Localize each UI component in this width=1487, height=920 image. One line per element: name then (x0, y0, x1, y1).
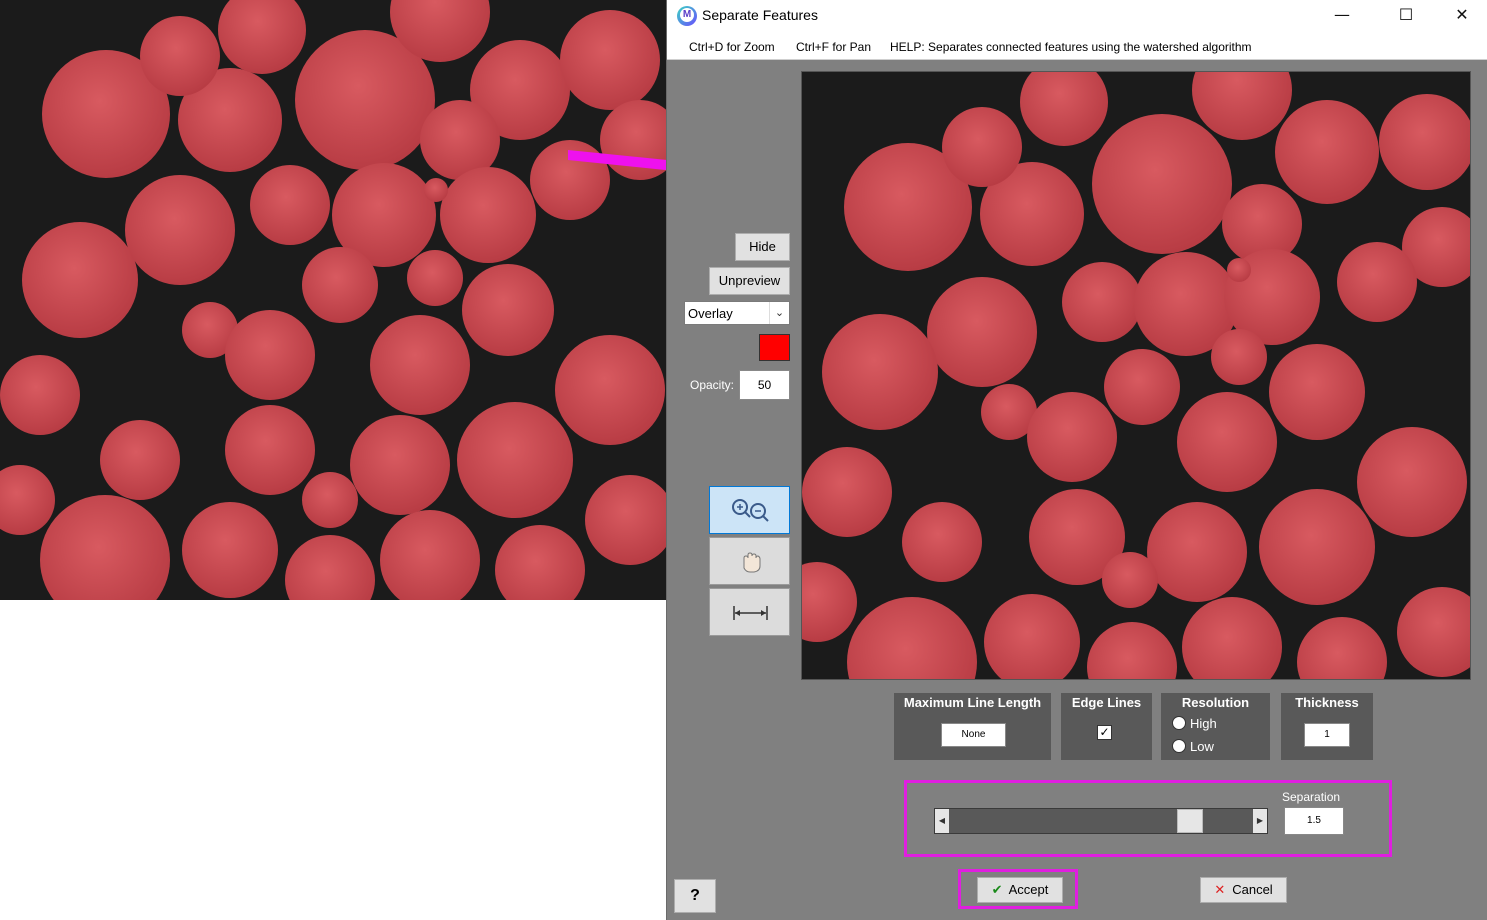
desktop-background (0, 600, 666, 920)
cancel-x-icon: ✕ (1214, 883, 1226, 898)
close-button[interactable]: ✕ (1439, 0, 1485, 32)
hand-pan-icon (743, 552, 761, 573)
zoom-in-out-icon (732, 499, 769, 522)
chevron-down-icon[interactable]: ⌄ (769, 302, 789, 324)
menu-bar: Ctrl+D for Zoom Ctrl+F for Pan HELP: Sep… (667, 32, 1487, 60)
unpreview-button[interactable]: Unpreview (709, 267, 790, 295)
resolution-panel: Resolution High Low (1161, 693, 1270, 760)
zoom-tool-button[interactable] (709, 486, 790, 534)
slider-right-arrow-icon[interactable]: ▶ (1253, 809, 1267, 833)
checkmark-icon: ✔ (991, 883, 1003, 898)
radio-unselected-icon (1172, 739, 1186, 753)
edge-lines-panel: Edge Lines ✓ (1061, 693, 1152, 760)
menu-pan-hint[interactable]: Ctrl+F for Pan (796, 40, 871, 54)
overlay-mode-value: Overlay (688, 306, 733, 321)
edge-lines-checkbox[interactable]: ✓ (1097, 725, 1112, 740)
separate-features-dialog: Separate Features — ☐ ✕ Ctrl+D for Zoom … (666, 0, 1487, 920)
app-logo-icon (677, 6, 697, 26)
maximize-button[interactable]: ☐ (1383, 0, 1429, 32)
resolution-low-radio[interactable]: Low (1172, 739, 1214, 754)
measure-tool-button[interactable] (709, 588, 790, 636)
resolution-high-label: High (1190, 716, 1217, 731)
overlay-mode-select[interactable]: Overlay ⌄ (684, 301, 790, 325)
radio-selected-icon (1172, 716, 1186, 730)
background-micrograph-image (0, 0, 666, 600)
preview-particle-image (802, 72, 1470, 679)
separation-label: Separation (1282, 790, 1341, 804)
resolution-low-label: Low (1190, 739, 1214, 754)
overlay-color-swatch[interactable] (759, 334, 790, 361)
thickness-panel: Thickness 1 (1281, 693, 1373, 760)
cancel-label: Cancel (1232, 882, 1273, 897)
max-line-length-title: Maximum Line Length (903, 695, 1042, 710)
slider-thumb[interactable] (1176, 809, 1203, 833)
accept-label: Accept (1008, 882, 1049, 897)
max-line-length-input[interactable]: None (941, 723, 1006, 747)
slider-left-arrow-icon[interactable]: ◀ (935, 809, 949, 833)
help-button[interactable]: ? (674, 879, 716, 913)
edge-lines-title: Edge Lines (1071, 695, 1142, 710)
thickness-title: Thickness (1295, 695, 1359, 710)
window-title: Separate Features (702, 7, 818, 23)
measure-line-icon (733, 606, 768, 620)
max-line-length-panel: Maximum Line Length None (894, 693, 1051, 760)
thickness-input[interactable]: 1 (1304, 723, 1350, 747)
title-bar: Separate Features — ☐ ✕ (667, 0, 1487, 32)
pan-tool-button[interactable] (709, 537, 790, 585)
menu-zoom-hint[interactable]: Ctrl+D for Zoom (689, 40, 775, 54)
cancel-button[interactable]: ✕ Cancel (1200, 877, 1287, 903)
opacity-input[interactable]: 50 (739, 370, 790, 400)
separation-input[interactable]: 1.5 (1284, 807, 1344, 835)
particle-overlay-image (0, 0, 666, 600)
resolution-high-radio[interactable]: High (1172, 716, 1217, 731)
minimize-button[interactable]: — (1319, 0, 1365, 32)
accept-button[interactable]: ✔ Accept (977, 877, 1063, 903)
separation-slider[interactable]: ◀ ▶ (934, 808, 1268, 834)
opacity-label: Opacity: (690, 378, 735, 392)
resolution-title: Resolution (1181, 695, 1250, 710)
preview-image-canvas[interactable] (801, 71, 1471, 680)
hide-button[interactable]: Hide (735, 233, 790, 261)
menu-help-text[interactable]: HELP: Separates connected features using… (890, 40, 1252, 54)
